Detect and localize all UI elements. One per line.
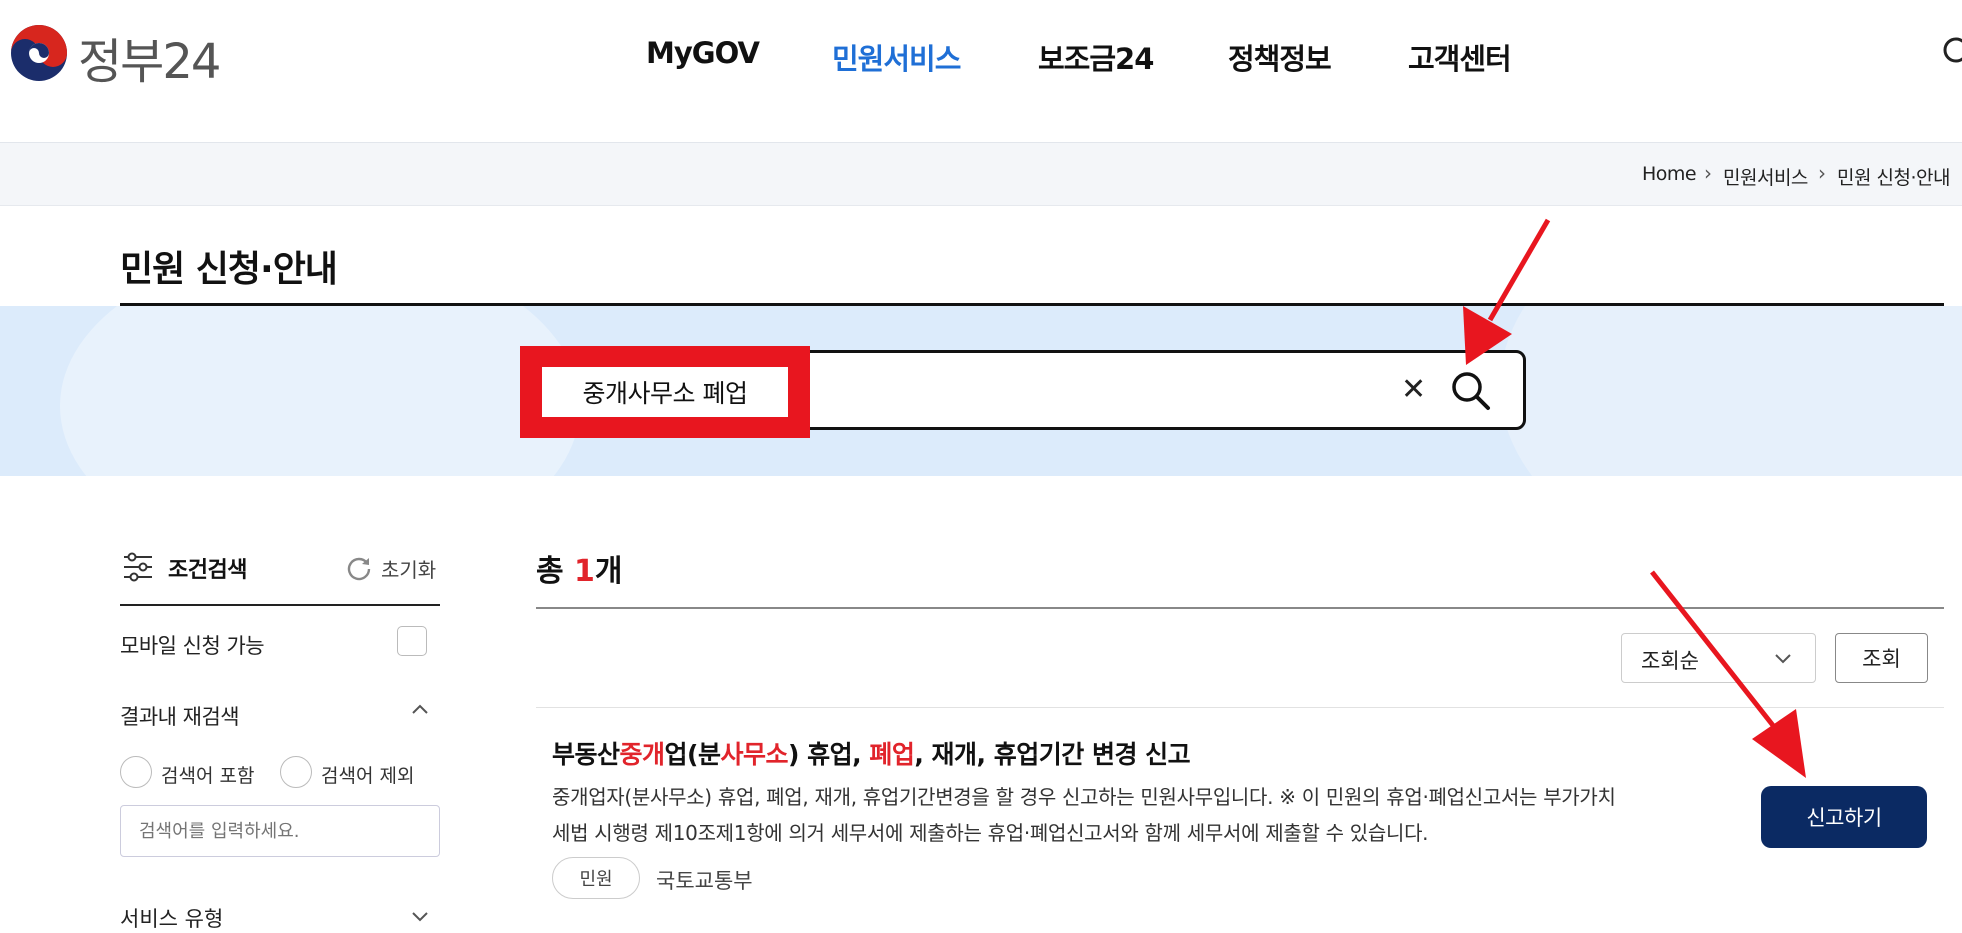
annotation-arrow-icon	[1463, 218, 1806, 778]
